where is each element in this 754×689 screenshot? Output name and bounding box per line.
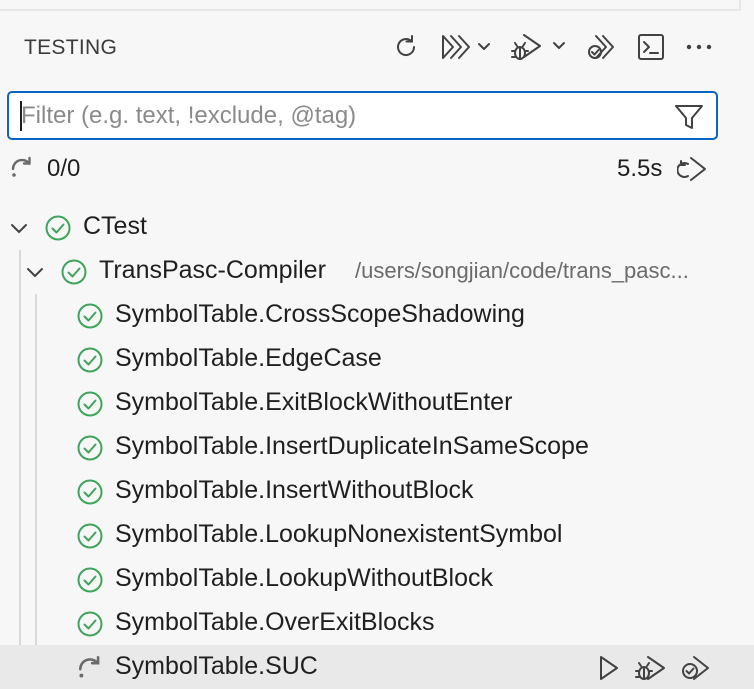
test-item[interactable]: SymbolTable.OverExitBlocks — [0, 601, 754, 645]
tree-item-path: /users/songjian/code/trans_pasc... — [355, 258, 689, 283]
passed-icon — [45, 215, 71, 241]
test-item[interactable]: SymbolTable.InsertDuplicateInSameScope — [0, 425, 754, 469]
test-filter-box — [7, 91, 718, 140]
debug-all-icon — [511, 34, 565, 60]
show-output-button[interactable] — [634, 30, 668, 64]
passed-icon — [77, 435, 103, 461]
debug-all-tests-button[interactable] — [508, 30, 568, 64]
panel-top-border — [0, 0, 741, 11]
test-item-label: SymbolTable.OverExitBlocks — [115, 608, 435, 636]
run-all-icon — [442, 35, 490, 59]
test-item-label: SymbolTable.SUC — [115, 652, 318, 680]
passed-icon — [77, 567, 103, 593]
rerun-icon[interactable] — [677, 154, 709, 184]
debug-test-icon[interactable] — [634, 653, 668, 683]
test-item-label: SymbolTable.CrossScopeShadowing — [115, 300, 525, 328]
tree-item-label: TransPasc-Compiler — [99, 256, 326, 284]
refresh-tests-button[interactable] — [389, 30, 423, 64]
passed-icon — [77, 391, 103, 417]
test-count: 0/0 — [47, 155, 81, 182]
passed-icon — [61, 259, 87, 285]
run-with-coverage-icon — [588, 35, 614, 59]
test-item-label: SymbolTable.InsertDuplicateInSameScope — [115, 432, 589, 460]
test-item-label: SymbolTable.ExitBlockWithoutEnter — [115, 388, 513, 416]
test-item[interactable]: SymbolTable.SUC — [0, 645, 754, 689]
chevron-down-icon[interactable] — [8, 217, 30, 239]
test-item-label: SymbolTable.EdgeCase — [115, 344, 382, 372]
test-item-label: SymbolTable.InsertWithoutBlock — [115, 476, 474, 504]
test-item[interactable]: SymbolTable.LookupNonexistentSymbol — [0, 513, 754, 557]
test-item[interactable]: SymbolTable.CrossScopeShadowing — [0, 293, 754, 337]
running-spinner-icon — [11, 156, 31, 177]
testing-panel-header: TESTING — [0, 14, 754, 80]
test-item-label: SymbolTable.LookupNonexistentSymbol — [115, 520, 563, 548]
filter-icon[interactable] — [674, 102, 704, 132]
run-with-coverage-button[interactable] — [585, 30, 619, 64]
passed-icon — [77, 479, 103, 505]
run-all-tests-button[interactable] — [438, 30, 494, 64]
test-status-bar: 0/0 5.5s — [0, 150, 754, 186]
tree-item-transpasc-compiler[interactable]: TransPasc-Compiler /users/songjian/code/… — [0, 249, 754, 293]
run-test-icon[interactable] — [596, 654, 622, 682]
passed-icon — [77, 303, 103, 329]
passed-icon — [77, 611, 103, 637]
test-item-label: SymbolTable.LookupWithoutBlock — [115, 564, 493, 592]
terminal-icon — [638, 34, 664, 60]
test-duration: 5.5s — [617, 155, 663, 182]
filter-input[interactable] — [21, 93, 661, 138]
tree-item-ctest[interactable]: CTest — [0, 205, 754, 249]
more-actions-button[interactable] — [682, 30, 716, 64]
test-item[interactable]: SymbolTable.InsertWithoutBlock — [0, 469, 754, 513]
refresh-icon — [397, 35, 416, 56]
panel-title: TESTING — [24, 36, 118, 59]
test-item[interactable]: SymbolTable.LookupWithoutBlock — [0, 557, 754, 601]
test-item[interactable]: SymbolTable.ExitBlockWithoutEnter — [0, 381, 754, 425]
test-item[interactable]: SymbolTable.EdgeCase — [0, 337, 754, 381]
more-actions-icon — [686, 44, 712, 50]
passed-icon — [77, 347, 103, 373]
chevron-down-icon[interactable] — [24, 261, 46, 283]
run-with-coverage-icon[interactable] — [680, 653, 712, 683]
passed-icon — [77, 523, 103, 549]
running-spinner-icon — [79, 655, 100, 678]
tree-item-label: CTest — [83, 212, 147, 240]
text-cursor — [20, 101, 22, 131]
